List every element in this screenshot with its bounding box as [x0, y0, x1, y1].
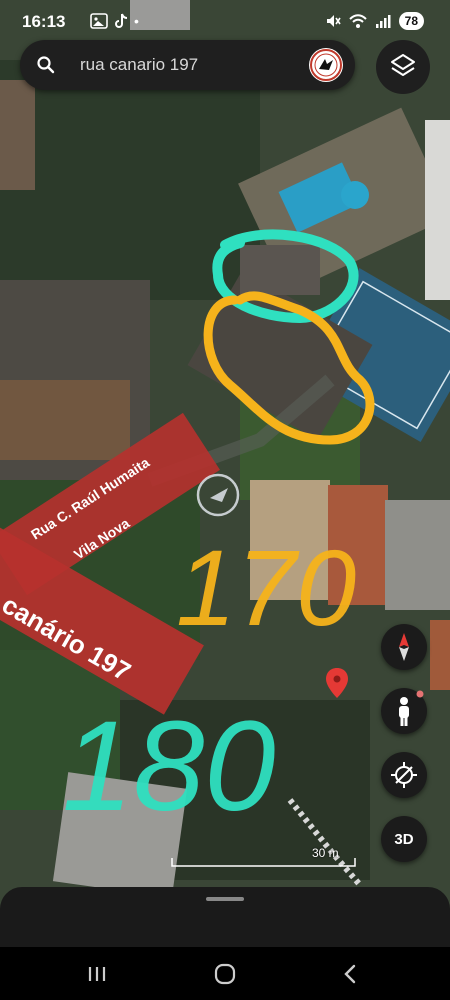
- my-location-button[interactable]: [381, 752, 427, 798]
- gallery-icon: [90, 13, 108, 29]
- search-bar[interactable]: rua canario 197: [20, 40, 355, 90]
- compass-icon: [399, 633, 409, 661]
- status-bar: 16:13 • 78: [0, 0, 450, 44]
- system-nav-bar: [0, 947, 450, 1000]
- annotation-yellow-170-number: 170: [176, 527, 356, 648]
- annotation-cyan-180-number: 180: [62, 695, 276, 838]
- avatar[interactable]: [309, 48, 343, 82]
- tiktok-icon: [115, 13, 128, 28]
- annotation-yellow-170: 170: [176, 527, 356, 648]
- recents-icon[interactable]: [82, 959, 112, 989]
- signal-icon: [375, 15, 391, 28]
- mute-icon: [326, 15, 341, 27]
- scale-label: 30 m: [312, 846, 339, 860]
- annotation-cyan-180: 180: [62, 695, 276, 838]
- bottom-sheet[interactable]: [0, 887, 450, 947]
- compass-button[interactable]: [381, 624, 427, 670]
- home-icon[interactable]: [210, 959, 240, 989]
- pegman-icon: [399, 690, 424, 726]
- status-time: 16:13: [22, 12, 66, 31]
- status-notification-icons: •: [90, 13, 139, 29]
- profile-logo-icon: [310, 49, 342, 81]
- satellite-map[interactable]: Rua C. Raúl Humaita Vila Nova canário 19…: [0, 0, 450, 1000]
- layers-icon: [391, 54, 415, 76]
- street-view-button[interactable]: [381, 688, 427, 734]
- wifi-icon: [348, 14, 367, 28]
- location-crosshair-icon: [391, 762, 417, 788]
- layers-button[interactable]: [376, 40, 430, 94]
- battery-indicator: 78: [398, 12, 424, 30]
- back-icon[interactable]: [336, 959, 366, 989]
- sheet-drag-handle[interactable]: [206, 897, 244, 901]
- search-input[interactable]: rua canario 197: [80, 55, 198, 75]
- search-icon[interactable]: [36, 55, 56, 75]
- 3d-toggle-button[interactable]: 3D: [381, 816, 427, 862]
- status-system-icons: 78: [325, 12, 424, 30]
- dot-icon: •: [134, 13, 139, 29]
